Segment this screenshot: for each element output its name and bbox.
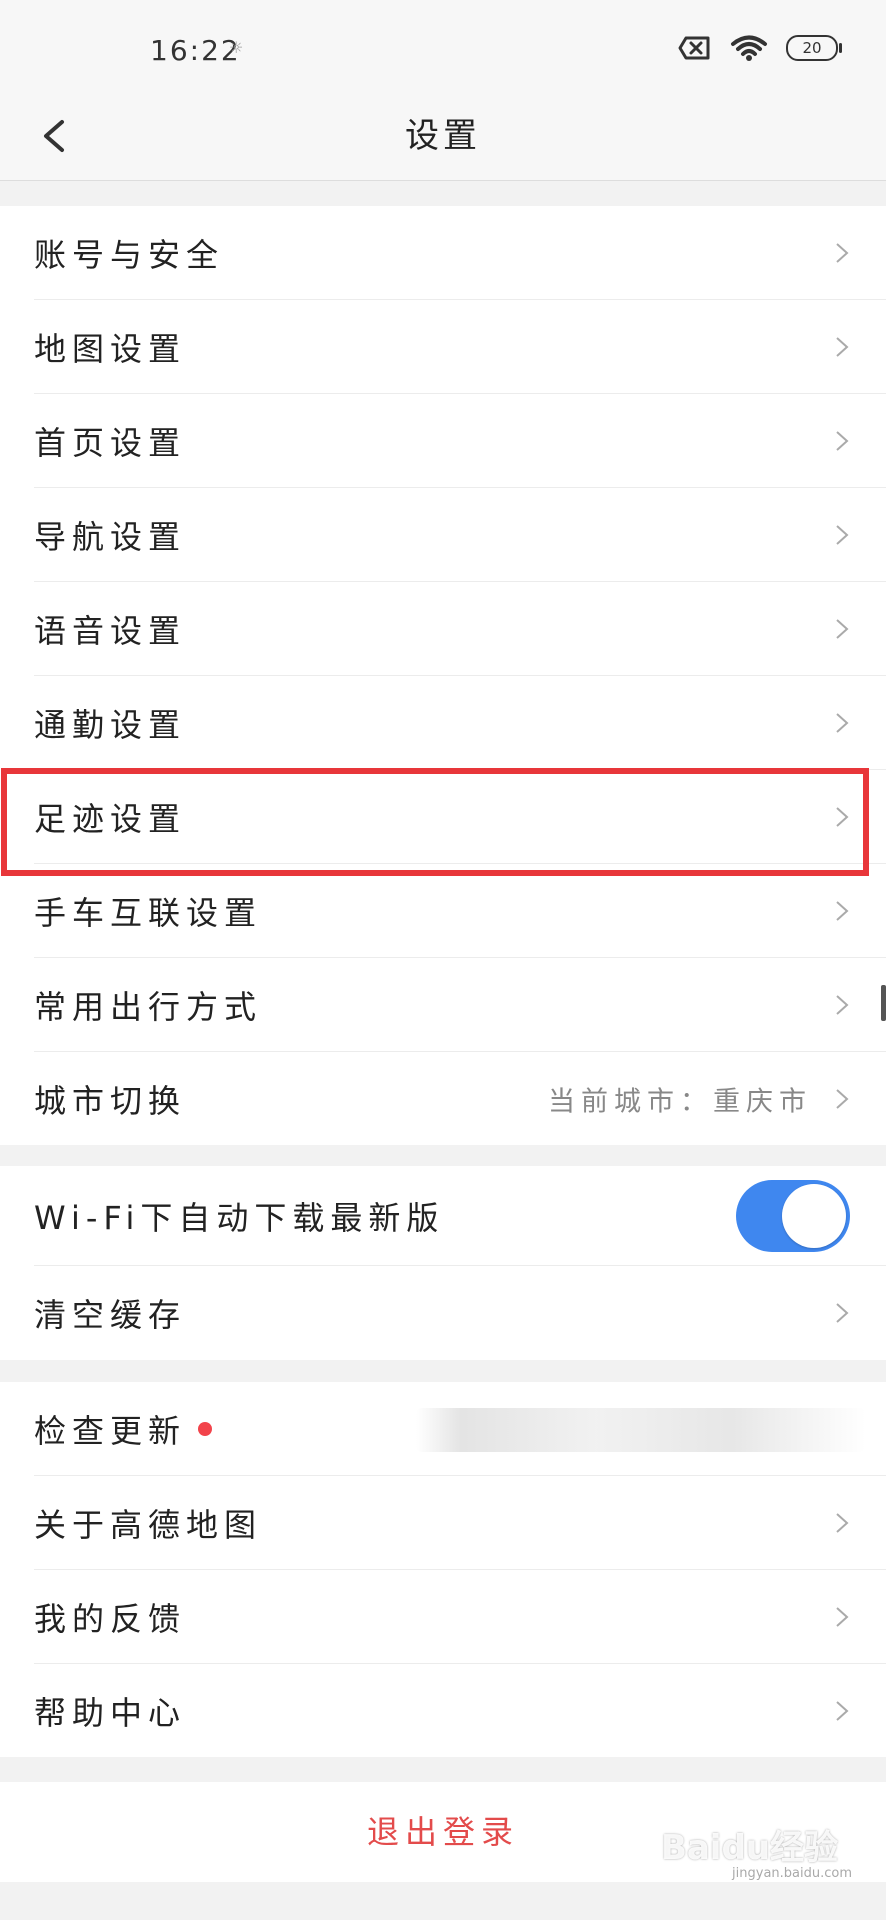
settings-item-label: 我的反馈 — [34, 1599, 187, 1638]
settings-item-label: 语音设置 — [34, 611, 187, 650]
settings-item-account-security[interactable]: 账号与安全 — [34, 206, 886, 300]
status-time: 16:22 — [150, 34, 241, 67]
settings-item-label: 检查更新 — [34, 1411, 187, 1450]
chevron-right-icon — [836, 618, 849, 639]
chevron-right-icon — [836, 336, 849, 357]
chevron-right-icon — [836, 1512, 849, 1533]
watermark-url: jingyan.baidu.com — [732, 1866, 852, 1881]
chevron-right-icon — [836, 430, 849, 451]
status-icons: 20 — [678, 34, 842, 62]
chevron-right-icon — [836, 524, 849, 545]
page-title: 设置 — [405, 116, 481, 156]
settings-item-about[interactable]: 关于高德地图 — [34, 1476, 886, 1570]
current-city-value: 当前城市：重庆市 — [548, 1086, 812, 1117]
settings-item-label: 通勤设置 — [34, 705, 187, 744]
no-sim-icon — [678, 36, 710, 60]
settings-item-travel-mode[interactable]: 常用出行方式 — [34, 958, 886, 1052]
settings-item-label: 首页设置 — [34, 423, 187, 462]
settings-item-label: 城市切换 — [34, 1081, 187, 1120]
chevron-right-icon — [836, 1088, 849, 1109]
settings-item-label: 导航设置 — [34, 517, 187, 556]
battery-indicator: 20 — [786, 35, 842, 61]
wifi-icon — [731, 35, 767, 61]
chevron-right-icon — [836, 1303, 849, 1323]
settings-item-label: 常用出行方式 — [34, 987, 263, 1026]
chevron-right-icon — [836, 242, 849, 263]
scroll-indicator — [881, 985, 886, 1021]
chevron-right-icon — [836, 712, 849, 733]
status-bar: 16:22 ☼ 20 — [0, 0, 886, 100]
settings-item-label: 清空缓存 — [34, 1296, 187, 1334]
settings-item-commute[interactable]: 通勤设置 — [34, 676, 886, 770]
settings-item-wifi-auto-download: Wi-Fi下自动下载最新版 — [34, 1166, 886, 1266]
settings-item-city-switch[interactable]: 城市切换 当前城市：重庆市 — [34, 1052, 886, 1145]
nav-bar: 设置 — [0, 100, 886, 181]
settings-group-download: Wi-Fi下自动下载最新版 清空缓存 — [0, 1166, 886, 1360]
settings-item-map[interactable]: 地图设置 — [34, 300, 886, 394]
dnd-icon: ☼ — [229, 38, 244, 57]
settings-group-about: 检查更新 关于高德地图 我的反馈 帮助中心 — [0, 1382, 886, 1757]
blurred-version-info — [416, 1408, 866, 1452]
settings-item-feedback[interactable]: 我的反馈 — [34, 1570, 886, 1664]
settings-item-homepage[interactable]: 首页设置 — [34, 394, 886, 488]
settings-item-label: 帮助中心 — [34, 1693, 187, 1732]
settings-group-main: 账号与安全 地图设置 首页设置 导航设置 语音设置 通勤设置 足迹设置 手车互联… — [0, 206, 886, 1145]
settings-item-help[interactable]: 帮助中心 — [34, 1664, 886, 1757]
watermark-logo: Baidu经验 — [660, 1828, 838, 1868]
toggle-knob — [782, 1183, 846, 1248]
settings-item-label: 关于高德地图 — [34, 1505, 263, 1544]
chevron-right-icon — [836, 994, 849, 1015]
settings-item-label: 账号与安全 — [34, 235, 225, 274]
settings-item-label: Wi-Fi下自动下载最新版 — [34, 1198, 445, 1237]
update-badge-dot — [198, 1421, 213, 1436]
wifi-auto-download-toggle[interactable] — [736, 1179, 850, 1252]
settings-item-clear-cache[interactable]: 清空缓存 — [34, 1266, 886, 1360]
settings-item-navigation[interactable]: 导航设置 — [34, 488, 886, 582]
settings-item-check-update[interactable]: 检查更新 — [34, 1382, 886, 1476]
settings-item-voice[interactable]: 语音设置 — [34, 582, 886, 676]
chevron-right-icon — [836, 1606, 849, 1627]
settings-item-car-link[interactable]: 手车互联设置 — [34, 864, 886, 958]
chevron-right-icon — [836, 900, 849, 921]
highlight-frame — [1, 768, 869, 876]
settings-item-label: 手车互联设置 — [34, 893, 263, 932]
settings-item-label: 地图设置 — [34, 329, 187, 368]
chevron-right-icon — [836, 1700, 849, 1721]
